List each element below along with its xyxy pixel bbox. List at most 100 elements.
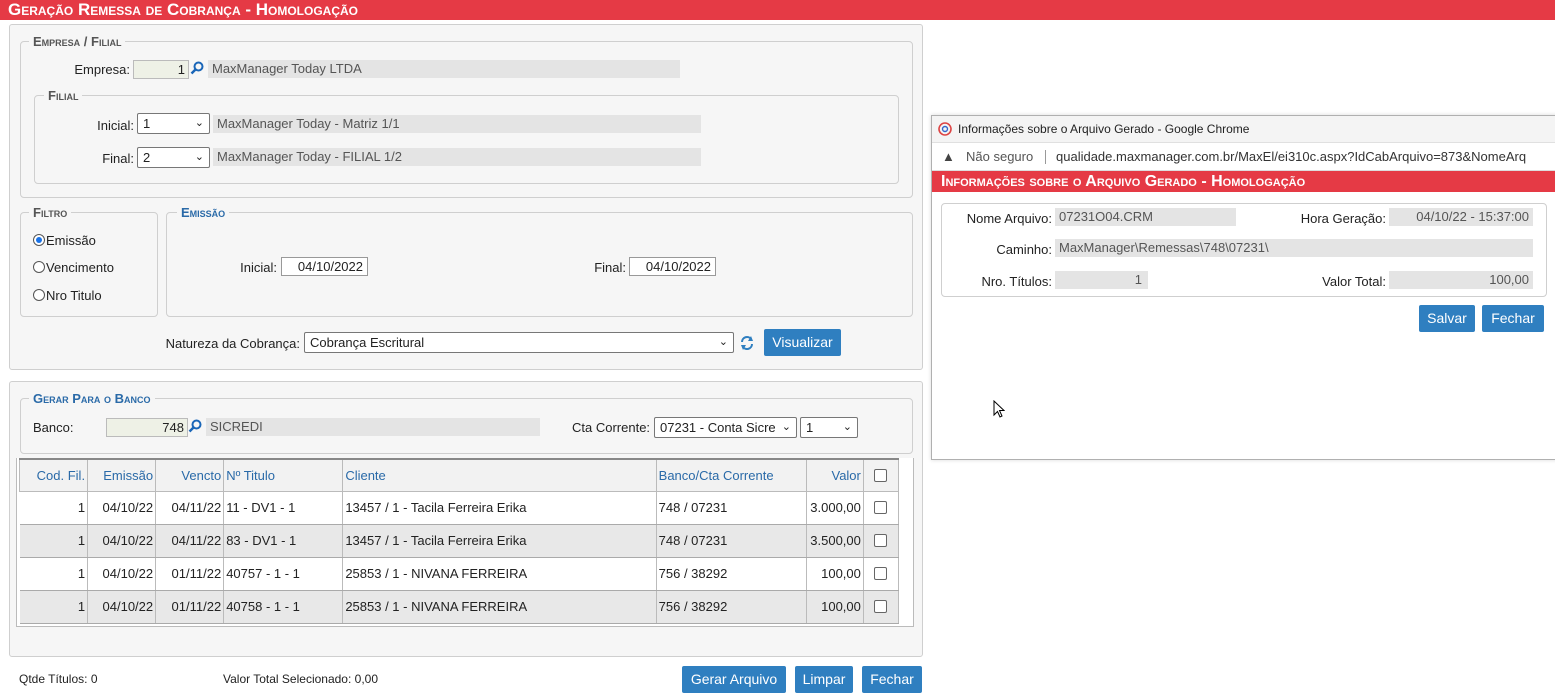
table-row: 1 04/10/22 01/11/22 40758 - 1 - 1 25853 … <box>19 590 900 624</box>
cell-select <box>863 590 900 624</box>
radio-button[interactable] <box>33 234 45 246</box>
chevron-down-icon: ⌄ <box>718 336 728 348</box>
cell-titulo: 11 - DV1 - 1 <box>223 491 344 525</box>
col-banco-cta[interactable]: Banco/Cta Corrente <box>655 458 807 492</box>
filial-final-label: Final: <box>102 151 134 166</box>
row-checkbox[interactable] <box>874 567 888 580</box>
popup-header: Informações sobre o Arquivo Gerado - Hom… <box>932 171 1555 192</box>
empresa-label: Empresa: <box>74 62 130 77</box>
cell-fil: 1 <box>19 590 89 624</box>
emissao-final-input[interactable]: 04/10/2022 <box>629 257 716 276</box>
nro-titulos-value: 1 <box>1055 271 1148 289</box>
row-checkbox[interactable] <box>874 534 888 547</box>
cell-valor: 3.000,00 <box>806 491 864 525</box>
search-icon[interactable] <box>188 419 202 433</box>
banco-legend: Gerar Para o Banco <box>29 391 155 406</box>
gerar-arquivo-button[interactable]: Gerar Arquivo <box>682 666 786 693</box>
popup-fechar-button[interactable]: Fechar <box>1482 305 1544 332</box>
cell-titulo: 83 - DV1 - 1 <box>223 524 344 558</box>
cta-seq-select[interactable]: 1 ⌄ <box>800 417 858 438</box>
search-icon[interactable] <box>190 61 204 75</box>
visualizar-button[interactable]: Visualizar <box>764 329 841 356</box>
col-nro-titulo[interactable]: Nº Titulo <box>223 458 344 492</box>
cta-corrente-select[interactable]: 07231 - Conta Sicre ⌄ <box>654 417 797 438</box>
radio-nro-titulo[interactable]: Nro Titulo <box>33 288 102 303</box>
row-checkbox[interactable] <box>874 600 888 613</box>
col-valor[interactable]: Valor <box>805 458 864 492</box>
popup-salvar-button[interactable]: Salvar <box>1419 305 1475 332</box>
natureza-select[interactable]: Cobrança Escritural ⌄ <box>304 332 734 353</box>
refresh-icon[interactable] <box>739 334 755 352</box>
chevron-down-icon: ⌄ <box>781 418 791 437</box>
popup-window-title: Informações sobre o Arquivo Gerado - Goo… <box>958 122 1250 136</box>
filial-final-value: 2 <box>143 150 151 165</box>
natureza-label: Natureza da Cobrança: <box>165 336 300 351</box>
cell-banco: 748 / 07231 <box>656 491 807 525</box>
table-row: 1 04/10/22 04/11/22 83 - DV1 - 1 13457 /… <box>19 524 900 558</box>
cell-select <box>863 491 900 525</box>
popup-titlebar[interactable]: Informações sobre o Arquivo Gerado - Goo… <box>932 116 1555 143</box>
radio-emissao[interactable]: Emissão <box>33 233 96 248</box>
cell-banco: 756 / 38292 <box>656 557 807 591</box>
cell-titulo: 40757 - 1 - 1 <box>223 557 344 591</box>
chevron-down-icon: ⌄ <box>194 151 204 163</box>
chevron-down-icon: ⌄ <box>842 421 852 433</box>
filial-inicial-name: MaxManager Today - Matriz 1/1 <box>213 115 701 133</box>
caminho-label: Caminho: <box>996 242 1052 257</box>
empresa-name: MaxManager Today LTDA <box>208 60 680 78</box>
radio-label: Nro Titulo <box>46 288 102 303</box>
cta-corrente-label: Cta Corrente: <box>572 420 651 435</box>
nro-titulos-label: Nro. Títulos: <box>981 274 1052 289</box>
table-row: 1 04/10/22 04/11/22 11 - DV1 - 1 13457 /… <box>19 491 900 525</box>
caminho-value: MaxManager\Remessas\748\07231\ <box>1055 239 1533 257</box>
col-cod-fil[interactable]: Cod. Fil. <box>18 458 89 492</box>
popup-address-bar[interactable]: ▲ Não seguro qualidade.maxmanager.com.br… <box>932 143 1555 171</box>
row-checkbox[interactable] <box>874 501 888 514</box>
hora-geracao-label: Hora Geração: <box>1300 211 1386 226</box>
cell-fil: 1 <box>19 491 89 525</box>
emissao-legend: Emissão <box>177 205 230 220</box>
cell-vencto: 04/11/22 <box>155 491 225 525</box>
hora-geracao-value: 04/10/22 - 15:37:00 <box>1389 208 1533 226</box>
table-row: 1 04/10/22 01/11/22 40757 - 1 - 1 25853 … <box>19 557 900 591</box>
filial-legend: Filial <box>44 88 83 103</box>
nome-arquivo-label: Nome Arquivo: <box>966 211 1052 226</box>
empresa-code-input[interactable]: 1 <box>133 60 189 79</box>
warning-icon: ▲ <box>942 149 955 164</box>
select-all-checkbox[interactable] <box>874 468 888 482</box>
natureza-value: Cobrança Escritural <box>310 335 425 350</box>
banco-label: Banco: <box>33 420 74 435</box>
radio-vencimento[interactable]: Vencimento <box>33 260 114 275</box>
qtde-titulos: Qtde Títulos: 0 <box>19 672 98 686</box>
filial-inicial-select[interactable]: 1 ⌄ <box>137 113 210 134</box>
valor-total-label: Valor Total: <box>1322 274 1386 289</box>
popup-url: qualidade.maxmanager.com.br/MaxEl/ei310c… <box>1056 149 1527 164</box>
cell-banco: 748 / 07231 <box>656 524 807 558</box>
cell-valor: 3.500,00 <box>806 524 864 558</box>
cell-vencto: 01/11/22 <box>155 557 225 591</box>
chevron-down-icon: ⌄ <box>194 117 204 129</box>
radio-button[interactable] <box>33 289 45 301</box>
col-cliente[interactable]: Cliente <box>342 458 657 492</box>
address-divider <box>1045 150 1046 164</box>
col-vencto[interactable]: Vencto <box>155 458 225 492</box>
valor-total-selecionado: Valor Total Selecionado: 0,00 <box>223 672 378 686</box>
cell-fil: 1 <box>19 557 89 591</box>
security-status: Não seguro <box>966 149 1034 164</box>
valor-total-value: 100,00 <box>1389 271 1533 289</box>
table-header-row: Cod. Fil. Emissão Vencto Nº Titulo Clien… <box>18 458 900 492</box>
titles-table: Cod. Fil. Emissão Vencto Nº Titulo Clien… <box>18 458 900 624</box>
cell-cliente: 13457 / 1 - Tacila Ferreira Erika <box>342 524 657 558</box>
filial-fieldset <box>34 95 899 184</box>
filial-final-select[interactable]: 2 ⌄ <box>137 147 210 168</box>
radio-button[interactable] <box>33 261 45 273</box>
cta-seq-value: 1 <box>806 420 814 435</box>
fechar-button[interactable]: Fechar <box>862 666 922 693</box>
cell-fil: 1 <box>19 524 89 558</box>
emissao-inicial-input[interactable]: 04/10/2022 <box>281 257 368 276</box>
banco-code-input[interactable]: 748 <box>106 418 188 437</box>
titles-grid-container: Cod. Fil. Emissão Vencto Nº Titulo Clien… <box>16 458 914 626</box>
col-emissao[interactable]: Emissão <box>87 458 157 492</box>
limpar-button[interactable]: Limpar <box>795 666 853 693</box>
filial-inicial-value: 1 <box>143 116 151 131</box>
